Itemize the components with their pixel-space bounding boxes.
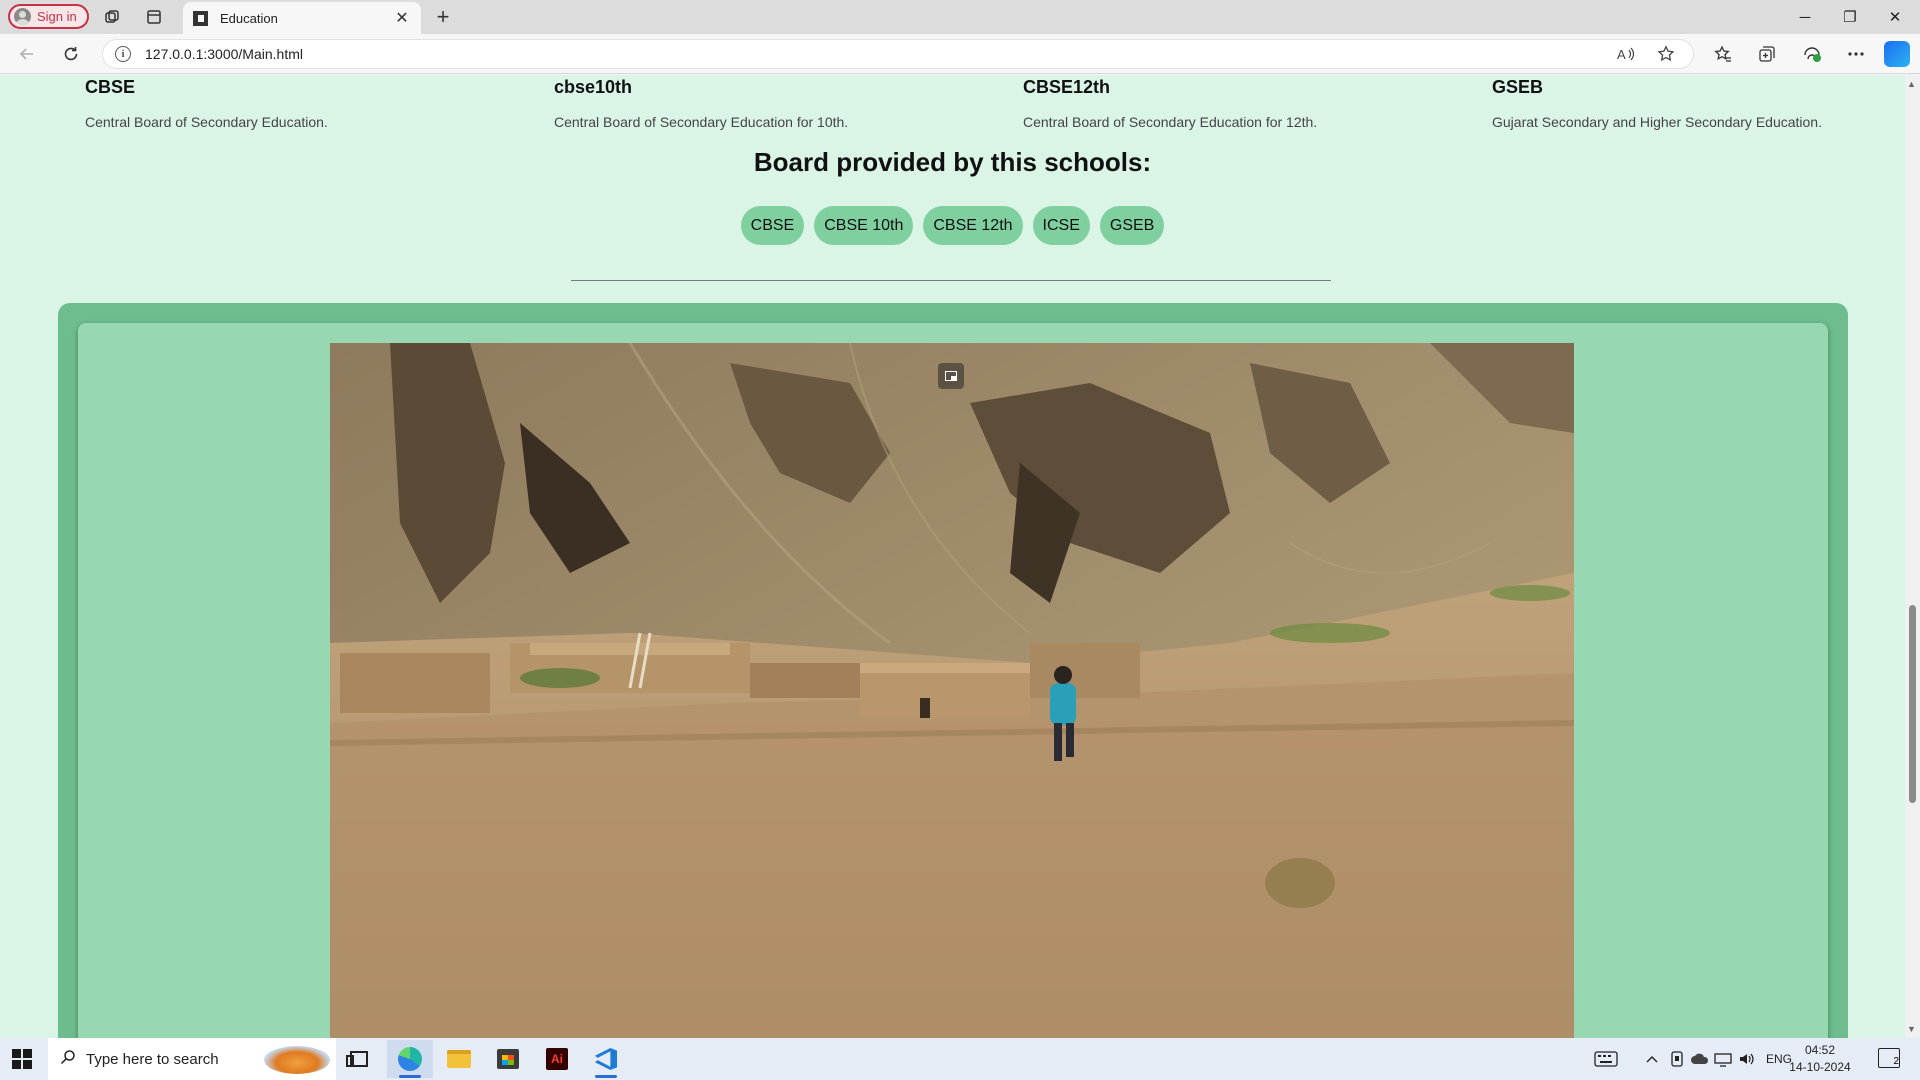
section-divider [571,280,1331,281]
device-icon[interactable] [1670,1038,1684,1080]
board-name: GSEB [1492,77,1544,97]
search-highlight-art [264,1046,330,1074]
pill-cbse-12th[interactable]: CBSE 12th [923,206,1023,245]
refresh-icon[interactable] [58,42,84,66]
collections-icon[interactable] [1754,42,1780,66]
edge-icon[interactable] [387,1040,433,1078]
board-card-cbse10th: cbse10th Central Board of Secondary Educ… [554,75,974,130]
store-icon[interactable] [485,1040,531,1078]
page-scrollbar[interactable]: ▲ ▼ [1905,75,1920,1038]
show-hidden-icons-icon[interactable] [1646,1038,1658,1080]
picture-in-picture-icon[interactable] [938,363,964,389]
board-card-gseb: GSEB Gujarat Secondary and Higher Second… [1492,75,1912,130]
board-description: Central Board of Secondary Education for… [1023,114,1318,130]
profile-avatar-icon [14,8,31,25]
back-arrow-icon[interactable] [14,42,40,66]
close-window-button[interactable]: ✕ [1875,4,1915,30]
board-name: CBSE [85,77,136,97]
browser-essentials-icon[interactable] [1799,42,1825,66]
board-description: Gujarat Secondary and Higher Secondary E… [1492,114,1822,130]
copilot-icon[interactable] [1884,41,1910,67]
board-description: Central Board of Secondary Education. [85,114,328,130]
tab-actions-icon[interactable] [143,6,165,28]
keyboard-layout-icon[interactable] [1594,1038,1618,1080]
onedrive-icon[interactable] [1690,1038,1710,1080]
notification-center-icon[interactable]: 2 [1878,1048,1900,1068]
read-aloud-icon[interactable]: A [1613,42,1639,66]
search-placeholder: Type here to search [86,1050,219,1068]
file-explorer-icon[interactable] [436,1040,482,1078]
system-clock[interactable]: 04:52 14-10-2024 [1788,1042,1852,1076]
board-description: Central Board of Secondary Education for… [554,114,849,130]
site-info-icon[interactable]: i [115,46,131,62]
scroll-up-arrow-icon[interactable]: ▲ [1907,79,1916,89]
start-button-icon[interactable] [12,1049,32,1069]
task-view-icon[interactable] [336,1040,382,1078]
landscape-image[interactable] [330,343,1574,1038]
browser-tab-strip: Sign in Education ✕ + ─ ❐ ✕ [0,0,1920,34]
pill-icse[interactable]: ICSE [1032,206,1090,245]
clock-date: 14-10-2024 [1789,1060,1851,1074]
tab-title: Education [220,10,278,26]
site-favicon-icon [193,10,208,26]
network-icon[interactable] [1714,1038,1732,1080]
sign-in-button[interactable]: Sign in [8,4,89,29]
workspaces-icon[interactable] [101,6,123,28]
clock-time: 04:52 [1804,1043,1836,1057]
windows-taskbar: Type here to search Ai ENG 04:52 14-10-2… [0,1038,1920,1080]
board-card-cbse12th: CBSE12th Central Board of Secondary Educ… [1023,75,1443,130]
search-icon [60,1049,76,1070]
pill-gseb[interactable]: GSEB [1099,206,1165,245]
favorites-icon[interactable] [1710,42,1736,66]
address-bar[interactable]: i 127.0.0.1:3000/Main.html A [102,39,1694,69]
boards-row: CBSE Central Board of Secondary Educatio… [85,75,1845,135]
tab-close-icon[interactable]: ✕ [393,8,411,28]
vscode-icon[interactable] [583,1040,629,1078]
scrollbar-thumb[interactable] [1909,605,1916,803]
notification-count: 2 [1893,1056,1899,1067]
pill-cbse-10th[interactable]: CBSE 10th [814,206,914,245]
pill-cbse[interactable]: CBSE [740,206,805,245]
board-name: CBSE12th [1023,77,1111,97]
board-card-cbse: CBSE Central Board of Secondary Educatio… [85,75,505,130]
taskbar-search-box[interactable]: Type here to search [48,1038,336,1080]
board-name: cbse10th [554,77,633,97]
star-icon[interactable] [1653,42,1679,66]
sign-in-label: Sign in [37,9,77,24]
address-toolbar: i 127.0.0.1:3000/Main.html A [0,34,1920,74]
board-pills: CBSE CBSE 10th CBSE 12th ICSE GSEB [0,206,1905,245]
tab-education[interactable]: Education ✕ [183,2,421,34]
landscape-illustration [330,343,1574,1038]
minimize-button[interactable]: ─ [1785,4,1825,30]
new-tab-button[interactable]: + [432,4,454,29]
restore-button[interactable]: ❐ [1830,4,1870,30]
svg-text:A: A [1617,47,1626,62]
scroll-down-arrow-icon[interactable]: ▼ [1907,1024,1916,1034]
url-text[interactable]: 127.0.0.1:3000/Main.html [145,46,1613,62]
volume-icon[interactable] [1738,1038,1756,1080]
illustrator-icon[interactable]: Ai [534,1040,580,1078]
section-title: Board provided by this schools: [753,147,1152,177]
more-icon[interactable] [1843,42,1869,66]
page-viewport: CBSE Central Board of Secondary Educatio… [0,75,1920,1038]
